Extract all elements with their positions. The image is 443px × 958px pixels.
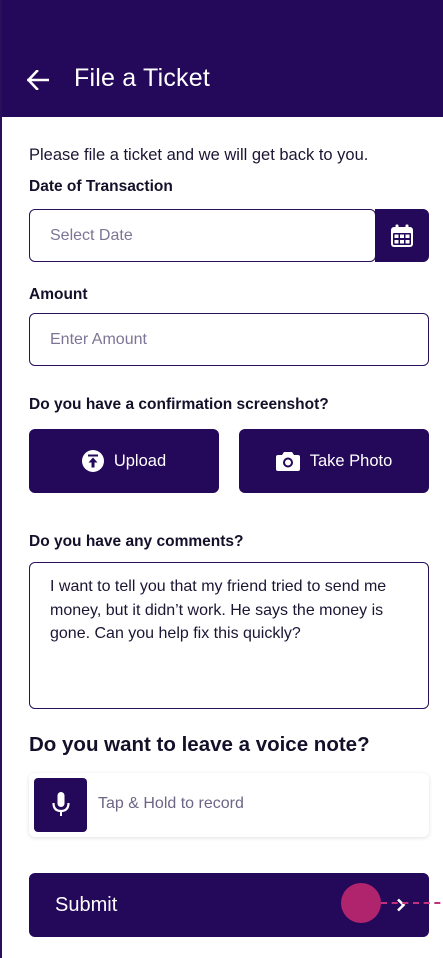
touch-trail — [381, 902, 443, 904]
upload-label: Upload — [113, 451, 167, 470]
date-label: Date of Transaction — [29, 178, 173, 195]
screenshot-label: Do you have a confirmation screenshot? — [29, 396, 329, 413]
amount-placeholder: Enter Amount — [50, 330, 147, 348]
calendar-button[interactable] — [375, 209, 429, 262]
intro-text: Please file a ticket and we will get bac… — [29, 146, 369, 164]
amount-input[interactable]: Enter Amount — [29, 313, 429, 366]
microphone-icon — [51, 792, 70, 816]
arrow-left-icon[interactable] — [26, 66, 50, 94]
take-photo-button[interactable]: Take Photo — [239, 429, 429, 493]
app-bar: File a Ticket — [2, 0, 443, 117]
voice-note-heading: Do you want to leave a voice note? — [29, 733, 370, 756]
voice-record-row[interactable]: Tap & Hold to record — [29, 773, 429, 837]
touch-indicator — [341, 883, 381, 923]
record-hint: Tap & Hold to record — [98, 795, 244, 812]
calendar-icon — [391, 224, 413, 247]
submit-label: Submit — [55, 894, 118, 916]
date-placeholder: Select Date — [50, 226, 133, 244]
camera-icon — [275, 451, 300, 471]
date-input[interactable]: Select Date — [29, 209, 376, 262]
record-button[interactable] — [34, 778, 87, 832]
take-photo-label: Take Photo — [309, 451, 393, 470]
chevron-right-icon — [397, 898, 406, 912]
amount-label: Amount — [29, 286, 88, 303]
upload-icon — [81, 450, 104, 472]
comments-label: Do you have any comments? — [29, 533, 244, 550]
page-title: File a Ticket — [74, 64, 210, 92]
upload-button[interactable]: Upload — [29, 429, 219, 493]
comments-textarea[interactable]: I want to tell you that my friend tried … — [29, 562, 429, 709]
screen: File a Ticket Please file a ticket and w… — [0, 0, 443, 958]
